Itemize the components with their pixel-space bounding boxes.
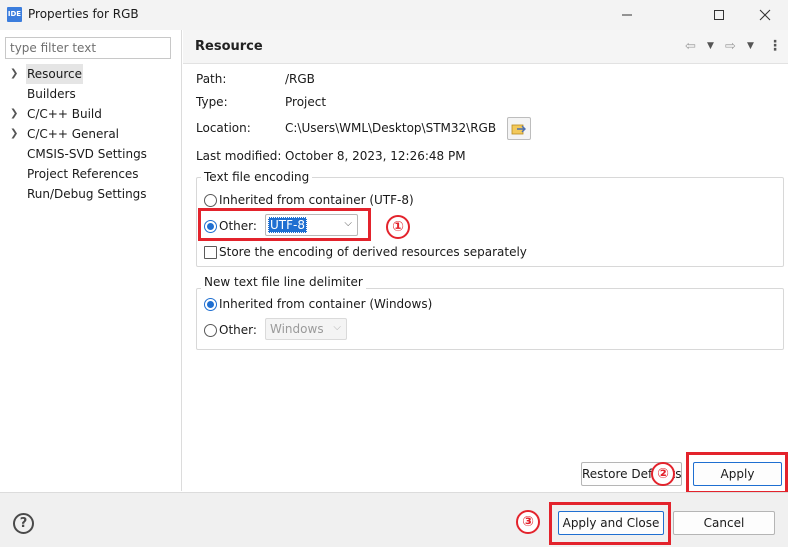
other-delimiter-radio[interactable] <box>204 324 217 337</box>
page-title: Resource <box>195 39 263 54</box>
minimize-button[interactable] <box>604 0 650 30</box>
type-value: Project <box>285 95 327 109</box>
tree-item-builders[interactable]: Builders <box>0 84 180 104</box>
page-header <box>183 30 788 64</box>
minimize-icon <box>622 14 632 16</box>
chevron-right-icon[interactable]: ❯ <box>10 64 20 84</box>
path-value: /RGB <box>285 72 315 86</box>
chevron-right-icon[interactable]: ❯ <box>10 124 20 144</box>
other-delimiter-label: Other: <box>219 323 257 337</box>
inherited-encoding-radio[interactable] <box>204 194 217 207</box>
tree-item-label: Project References <box>27 167 139 181</box>
close-icon <box>759 9 771 21</box>
back-menu-icon[interactable]: ▼ <box>707 41 714 51</box>
group-title: Text file encoding <box>201 170 313 184</box>
help-icon[interactable]: ? <box>13 513 34 534</box>
chevron-right-icon[interactable]: ❯ <box>10 104 20 124</box>
chevron-down-icon: ⌵ <box>333 322 341 333</box>
tree-item-cpp-general[interactable]: ❯ C/C++ General <box>0 124 180 144</box>
store-encoding-checkbox[interactable] <box>204 246 217 259</box>
tree-item-label: Builders <box>27 87 76 101</box>
annotation-box-2 <box>686 452 788 494</box>
tree-item-label: C/C++ Build <box>27 107 102 121</box>
tree-item-cmsis-svd[interactable]: CMSIS-SVD Settings <box>0 144 180 164</box>
group-title: New text file line delimiter <box>201 275 366 289</box>
forward-menu-icon[interactable]: ▼ <box>747 41 754 51</box>
tree-item-project-references[interactable]: Project References <box>0 164 180 184</box>
close-button[interactable] <box>742 0 788 30</box>
last-modified-value: October 8, 2023, 12:26:48 PM <box>285 149 466 163</box>
tree-item-label: C/C++ General <box>27 127 120 141</box>
more-options-icon[interactable]: ⋮ <box>768 38 782 54</box>
filter-input[interactable] <box>5 37 171 59</box>
annotation-box-3 <box>549 502 671 545</box>
tree-item-label: CMSIS-SVD Settings <box>27 147 147 161</box>
tree-item-resource[interactable]: ❯ Resource <box>0 64 180 84</box>
back-arrow-icon[interactable]: ⇦ <box>685 39 696 54</box>
window-title: Properties for RGB <box>28 7 139 21</box>
open-folder-icon <box>511 124 526 134</box>
location-value: C:\Users\WML\Desktop\STM32\RGB <box>285 121 497 135</box>
delimiter-combo-value: Windows <box>270 322 324 336</box>
annotation-box-1 <box>198 208 371 241</box>
maximize-button[interactable] <box>696 0 742 30</box>
tree-item-label: Resource <box>26 64 84 84</box>
path-label: Path: <box>196 72 227 86</box>
forward-arrow-icon[interactable]: ⇨ <box>725 39 736 54</box>
annotation-marker-1: ① <box>386 215 410 239</box>
annotation-marker-3: ③ <box>516 510 540 534</box>
last-modified-label: Last modified: <box>196 149 282 163</box>
show-in-explorer-button[interactable] <box>507 117 531 140</box>
location-label: Location: <box>196 121 251 135</box>
delimiter-combo[interactable]: Windows ⌵ <box>265 318 347 340</box>
app-icon: IDE <box>7 7 22 22</box>
type-label: Type: <box>196 95 228 109</box>
tree-item-cpp-build[interactable]: ❯ C/C++ Build <box>0 104 180 124</box>
store-encoding-label: Store the encoding of derived resources … <box>219 245 527 259</box>
annotation-marker-2: ② <box>651 462 675 486</box>
inherited-encoding-label: Inherited from container (UTF-8) <box>219 193 414 207</box>
inherited-delimiter-radio[interactable] <box>204 298 217 311</box>
tree-item-label: Run/Debug Settings <box>27 187 147 201</box>
inherited-delimiter-label: Inherited from container (Windows) <box>219 297 433 311</box>
cancel-button[interactable]: Cancel <box>673 511 775 535</box>
tree-item-run-debug[interactable]: Run/Debug Settings <box>0 184 180 204</box>
maximize-icon <box>714 10 724 20</box>
